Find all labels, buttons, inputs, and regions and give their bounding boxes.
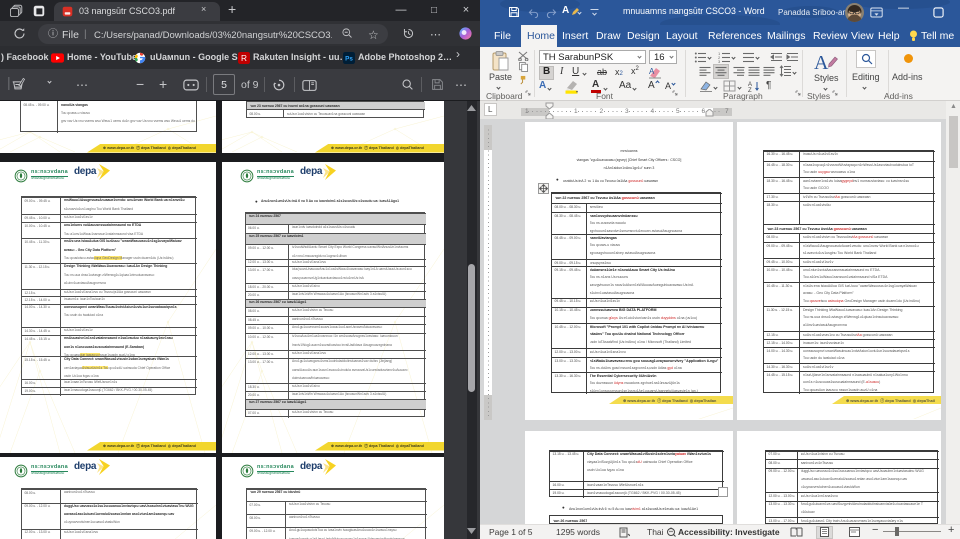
svg-text:3: 3 [718,59,721,63]
svg-text:R: R [241,54,247,63]
svg-text:Ps: Ps [345,55,353,62]
svg-text:A: A [649,67,655,76]
svg-text:A: A [814,52,829,74]
